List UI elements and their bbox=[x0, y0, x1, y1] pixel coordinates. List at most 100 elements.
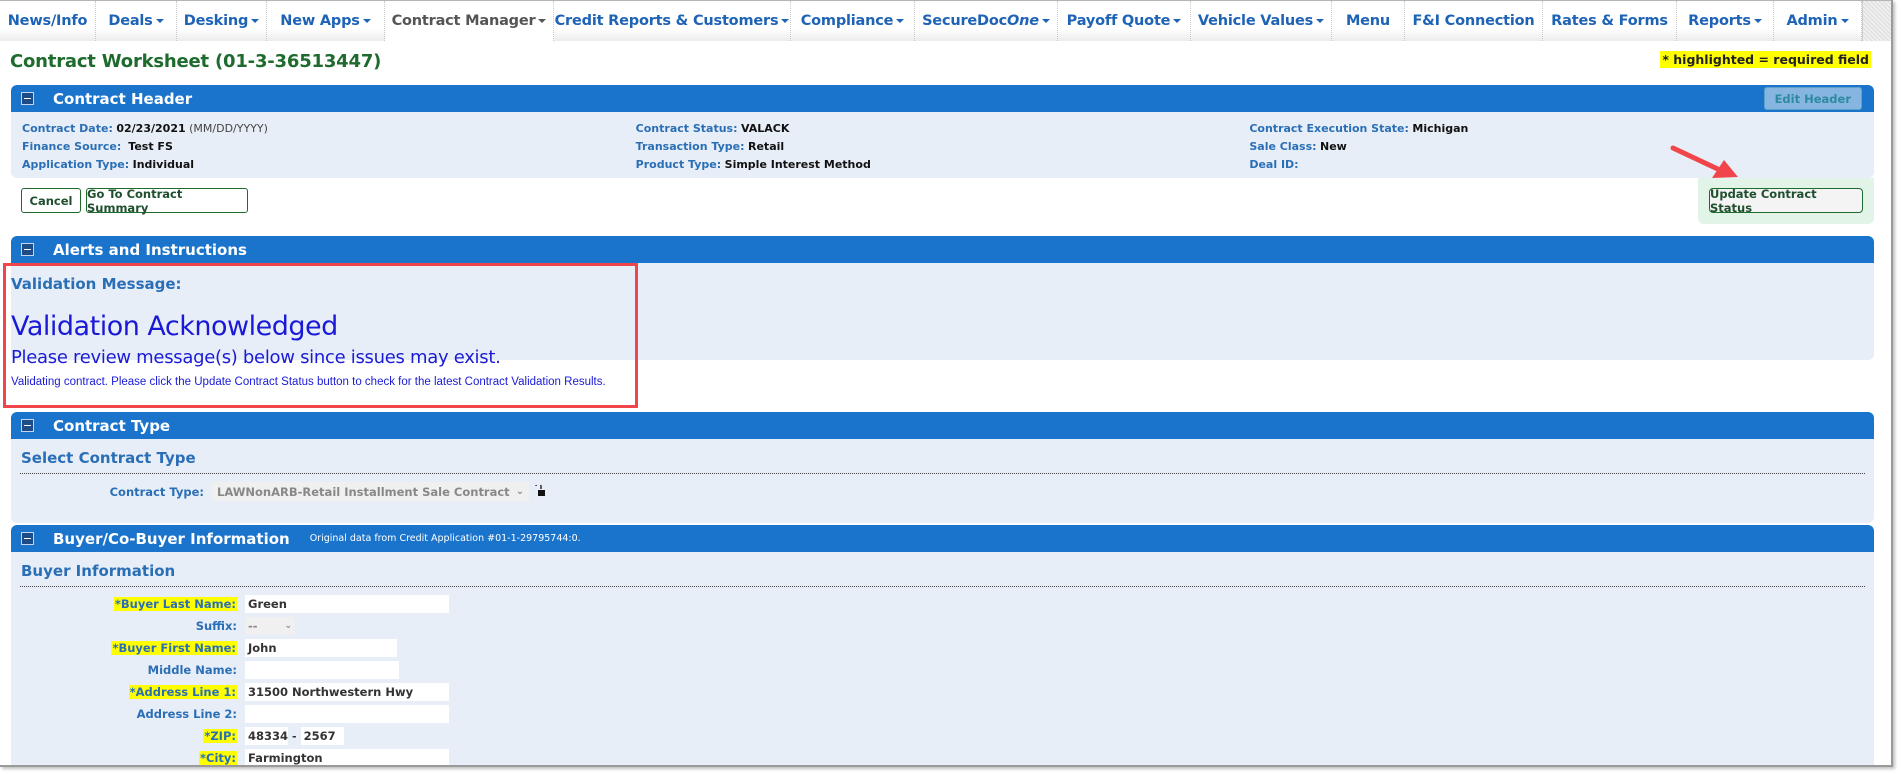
select-value: -- bbox=[248, 619, 258, 633]
field-label: Product Type: bbox=[635, 158, 722, 171]
buyer-panel: Buyer/Co-Buyer Information Original data… bbox=[11, 525, 1874, 765]
nav-tab-rates-forms[interactable]: Rates & Forms bbox=[1543, 1, 1677, 41]
caret-down-icon bbox=[1840, 19, 1849, 23]
chevron-down-icon: ⌄ bbox=[515, 486, 525, 497]
contract-type-panel: Contract Type Select Contract Type Contr… bbox=[11, 412, 1874, 523]
required-label: *City: bbox=[199, 751, 237, 765]
nav-tab-admin[interactable]: Admin bbox=[1774, 1, 1862, 41]
nav-tab-label-italic: One bbox=[1007, 13, 1039, 29]
cancel-button[interactable]: Cancel bbox=[21, 188, 81, 213]
select-value: LAWNonARB-Retail Installment Sale Contra… bbox=[217, 484, 510, 499]
contract-type-select[interactable]: LAWNonARB-Retail Installment Sale Contra… bbox=[212, 482, 530, 501]
caret-down-icon bbox=[1753, 19, 1762, 23]
go-to-contract-summary-button[interactable]: Go To Contract Summary bbox=[86, 187, 248, 215]
address-line-2-row: Address Line 2: bbox=[11, 703, 1874, 725]
product-type-value: Simple Interest Method bbox=[724, 158, 871, 171]
transaction-type-row: Transaction Type: Retail bbox=[636, 138, 1250, 156]
collapse-icon[interactable] bbox=[21, 92, 34, 105]
browser-page: News/Info Deals Desking New Apps Contrac… bbox=[0, 0, 1893, 767]
required-label: *Buyer Last Name: bbox=[113, 597, 237, 611]
zip-row: *ZIP: 48334 - 2567 bbox=[11, 725, 1874, 747]
nav-tab-label: Menu bbox=[1345, 13, 1391, 29]
main-nav: News/Info Deals Desking New Apps Contrac… bbox=[0, 0, 1891, 41]
middle-name-input[interactable] bbox=[245, 661, 399, 679]
nav-tab-label: News/Info bbox=[7, 13, 88, 29]
field-label: *Buyer Last Name: bbox=[11, 597, 245, 611]
collapse-icon[interactable] bbox=[21, 419, 34, 432]
zip-input[interactable]: 48334 bbox=[245, 727, 288, 745]
field-label: *ZIP: bbox=[11, 729, 245, 743]
nav-tab-new-apps[interactable]: New Apps bbox=[267, 1, 385, 41]
collapse-icon[interactable] bbox=[21, 243, 34, 256]
header-column: Contract Status: VALACK Transaction Type… bbox=[636, 120, 1250, 178]
nav-tab-label: Compliance bbox=[800, 13, 894, 29]
panel-title: Contract Header bbox=[53, 89, 193, 108]
alerts-bar: Alerts and Instructions bbox=[11, 236, 1874, 263]
nav-tab-credit-reports-customers[interactable]: Credit Reports & Customers bbox=[554, 1, 791, 41]
zip-extension-input[interactable]: 2567 bbox=[300, 727, 344, 745]
nav-filler bbox=[1862, 1, 1891, 41]
sale-class-value: New bbox=[1320, 140, 1347, 153]
buyer-first-name-input[interactable]: John bbox=[245, 639, 397, 657]
collapse-icon[interactable] bbox=[21, 532, 34, 545]
nav-tab-label: New Apps bbox=[280, 13, 360, 29]
nav-tab-news-info[interactable]: News/Info bbox=[0, 1, 96, 41]
city-input[interactable]: Farmington bbox=[245, 749, 449, 765]
section-heading: Buyer Information bbox=[21, 562, 176, 580]
field-label: Sale Class: bbox=[1249, 140, 1317, 153]
address-line-1-row: *Address Line 1: 31500 Northwestern Hwy bbox=[11, 681, 1874, 703]
caret-down-icon bbox=[1041, 19, 1050, 23]
edit-header-button[interactable]: Edit Header bbox=[1763, 87, 1862, 110]
city-row: *City: Farmington bbox=[11, 747, 1874, 765]
divider bbox=[20, 586, 1865, 587]
annotation-arrow-icon bbox=[1670, 145, 1738, 178]
contract-header-panel: Contract Header Edit Header Contract Dat… bbox=[11, 85, 1874, 178]
alerts-panel: Alerts and Instructions Validation Messa… bbox=[11, 236, 1874, 388]
validation-message-label: Validation Message: bbox=[11, 275, 182, 293]
buyer-last-name-input[interactable]: Green bbox=[245, 595, 449, 613]
nav-tab-contract-manager[interactable]: Contract Manager bbox=[385, 1, 554, 41]
contract-date-value: 02/23/2021 bbox=[116, 122, 186, 135]
nav-tab-fi-connection[interactable]: F&I Connection bbox=[1405, 1, 1543, 41]
nav-tab-securedocone[interactable]: SecureDoc One bbox=[915, 1, 1058, 41]
address-line-1-input[interactable]: 31500 Northwestern Hwy bbox=[245, 683, 449, 701]
validation-detail: Validating contract. Please click the Up… bbox=[11, 376, 606, 388]
field-label: Application Type: bbox=[22, 158, 130, 171]
suffix-select[interactable]: -- ⌄ bbox=[245, 617, 295, 635]
field-label: *Buyer First Name: bbox=[11, 641, 245, 655]
nav-tab-compliance[interactable]: Compliance bbox=[791, 1, 915, 41]
caret-down-icon bbox=[251, 19, 260, 23]
contract-type-body: Select Contract Type Contract Type: LAWN… bbox=[11, 439, 1874, 523]
nav-tab-menu[interactable]: Menu bbox=[1332, 1, 1405, 41]
caret-down-icon bbox=[781, 19, 790, 23]
contract-type-row: Contract Type: LAWNonARB-Retail Installm… bbox=[11, 482, 1874, 501]
update-contract-status-button[interactable]: Update Contract Status bbox=[1709, 187, 1863, 215]
address-line-2-input[interactable] bbox=[245, 705, 449, 723]
required-label: *Buyer First Name: bbox=[111, 641, 237, 655]
contract-date-row: Contract Date: 02/23/2021 (MM/DD/YYYY) bbox=[22, 120, 636, 138]
nav-tab-desking[interactable]: Desking bbox=[177, 1, 267, 41]
execution-state-value: Michigan bbox=[1412, 122, 1469, 135]
nav-tab-label: Vehicle Values bbox=[1197, 13, 1314, 29]
header-column: Contract Date: 02/23/2021 (MM/DD/YYYY) F… bbox=[22, 120, 636, 178]
nav-tab-deals[interactable]: Deals bbox=[96, 1, 177, 41]
credit-app-note: Original data from Credit Application #0… bbox=[309, 533, 581, 544]
caret-down-icon bbox=[1316, 19, 1325, 23]
field-label: Contract Status: bbox=[635, 122, 738, 135]
nav-tab-reports[interactable]: Reports bbox=[1677, 1, 1774, 41]
required-label: *ZIP: bbox=[203, 729, 237, 743]
finance-source-row: Finance Source: Test FS bbox=[22, 138, 636, 156]
nav-tab-label: Credit Reports & Customers bbox=[554, 13, 779, 29]
nav-tab-vehicle-values[interactable]: Vehicle Values bbox=[1191, 1, 1332, 41]
suffix-row: Suffix: -- ⌄ bbox=[11, 615, 1874, 637]
validation-heading: Validation Acknowledged bbox=[11, 311, 338, 342]
buyer-last-name-row: *Buyer Last Name: Green bbox=[11, 593, 1874, 615]
product-type-row: Product Type: Simple Interest Method bbox=[636, 156, 1250, 174]
unlock-icon[interactable] bbox=[535, 482, 546, 499]
buyer-first-name-row: *Buyer First Name: John bbox=[11, 637, 1874, 659]
field-label: *Address Line 1: bbox=[11, 685, 245, 699]
nav-tab-label: Admin bbox=[1786, 13, 1838, 29]
middle-name-row: Middle Name: bbox=[11, 659, 1874, 681]
nav-tab-payoff-quote[interactable]: Payoff Quote bbox=[1058, 1, 1191, 41]
execution-state-row: Contract Execution State: Michigan bbox=[1249, 120, 1863, 138]
